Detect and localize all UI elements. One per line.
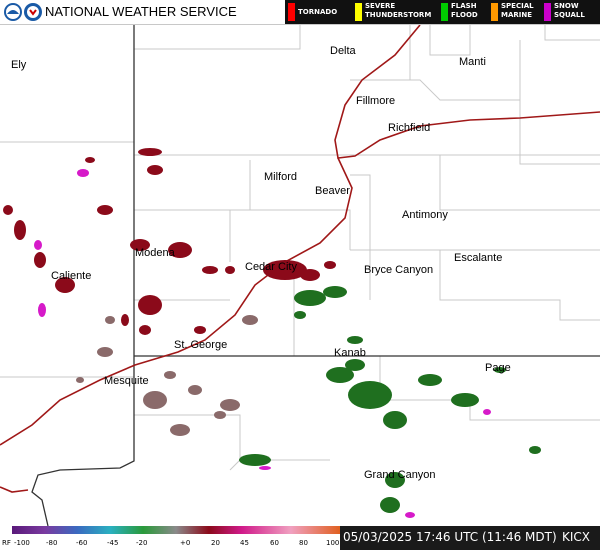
city-label-page: Page	[485, 362, 511, 374]
warning-swatch	[288, 3, 295, 21]
warning-label: SPECIAL MARINE	[501, 2, 534, 19]
legend-tick: -100	[14, 539, 30, 547]
city-label-escalante: Escalante	[454, 252, 502, 264]
legend-tick: +0	[180, 539, 190, 547]
legend-tick: -80	[46, 539, 57, 547]
city-label-mesquite: Mesquite	[104, 375, 149, 387]
footer-bar: RF -100 -80 -60 -45 -20 +0 20 45 60 80 1…	[0, 526, 600, 550]
legend-color-ramp	[12, 526, 340, 534]
warning-swatch	[491, 3, 498, 21]
legend-tick: -60	[76, 539, 87, 547]
warning-flash-flood: FLASH FLOOD	[438, 0, 488, 24]
city-label-cedar-city: Cedar City	[245, 261, 297, 273]
warning-label: FLASH FLOOD	[451, 2, 478, 19]
legend-tick: 80	[299, 539, 308, 547]
city-label-st-george: St. George	[174, 339, 227, 351]
legend-tick: 100	[326, 539, 339, 547]
radar-station-id: KICX	[562, 530, 591, 544]
nws-logo-icon	[24, 3, 42, 21]
city-label-beaver: Beaver	[315, 185, 350, 197]
header-bar: NATIONAL WEATHER SERVICE TORNADO SEVERE …	[0, 0, 600, 25]
legend-tick: 45	[240, 539, 249, 547]
reflectivity-legend: RF -100 -80 -60 -45 -20 +0 20 45 60 80 1…	[0, 526, 340, 550]
legend-tick: -20	[136, 539, 147, 547]
legend-tick: 60	[270, 539, 279, 547]
legend-tick: 20	[211, 539, 220, 547]
radar-timestamp: 05/03/2025 17:46 UTC (11:46 MDT)	[343, 530, 557, 544]
city-label-richfield: Richfield	[388, 122, 430, 134]
warning-severe-thunderstorm: SEVERE THUNDERSTORM	[352, 0, 437, 24]
city-label-caliente: Caliente	[51, 270, 91, 282]
agency-logos	[3, 2, 43, 26]
legend-tick: -45	[107, 539, 118, 547]
warning-legend: TORNADO SEVERE THUNDERSTORM FLASH FLOOD …	[285, 0, 600, 24]
warning-swatch	[544, 3, 551, 21]
warning-label: SEVERE THUNDERSTORM	[365, 2, 432, 19]
city-label-fillmore: Fillmore	[356, 95, 395, 107]
city-label-ely: Ely	[11, 59, 27, 71]
brand-title: NATIONAL WEATHER SERVICE	[45, 4, 237, 19]
city-label-antimony: Antimony	[402, 209, 448, 221]
city-label-kanab: Kanab	[334, 347, 366, 359]
city-label-grand-canyon: Grand Canyon	[364, 469, 436, 481]
city-label-manti: Manti	[459, 56, 486, 68]
city-label-bryce-canyon: Bryce Canyon	[364, 264, 433, 276]
city-label-milford: Milford	[264, 171, 297, 183]
warning-swatch	[355, 3, 362, 21]
warning-special-marine: SPECIAL MARINE	[488, 0, 540, 24]
city-label-modena: Modena	[135, 247, 176, 259]
warning-swatch	[441, 3, 448, 21]
radar-map[interactable]: Ely Delta Manti Fillmore Richfield Milfo…	[0, 25, 600, 526]
legend-prefix: RF	[2, 539, 11, 547]
warning-label: SNOW SQUALL	[554, 2, 585, 19]
warning-snow-squall: SNOW SQUALL	[541, 0, 599, 24]
noaa-logo-icon	[4, 3, 22, 21]
warning-label: TORNADO	[298, 8, 338, 16]
warning-tornado: TORNADO	[285, 0, 347, 24]
city-label-delta: Delta	[330, 45, 357, 57]
